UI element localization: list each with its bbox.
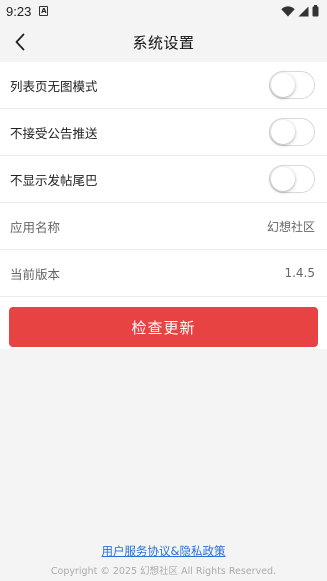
info-label: 应用名称 <box>10 219 61 235</box>
version-value: 1.4.5 <box>284 266 315 280</box>
battery-icon <box>312 5 319 17</box>
setting-label: 列表页无图模式 <box>10 78 98 94</box>
info-row-version: 当前版本 1.4.5 <box>0 250 327 297</box>
signal-icon <box>298 6 309 16</box>
check-update-button[interactable]: 检查更新 <box>9 307 318 347</box>
back-button[interactable] <box>6 28 34 56</box>
status-bar: 9:23 A <box>0 0 327 22</box>
setting-row-no-image-mode: 列表页无图模式 <box>0 62 327 109</box>
status-time: 9:23 <box>6 3 32 19</box>
hide-post-tail-toggle[interactable] <box>269 165 315 193</box>
wifi-icon <box>281 5 295 16</box>
check-update-wrap: 检查更新 <box>0 297 327 349</box>
setting-label: 不显示发帖尾巴 <box>10 172 98 188</box>
status-icons <box>281 5 319 17</box>
page-title: 系统设置 <box>132 33 195 52</box>
status-left: 9:23 A <box>6 3 49 19</box>
app-name-value: 幻想社区 <box>266 219 315 234</box>
no-announcement-push-toggle[interactable] <box>269 118 315 146</box>
copyright-text: Copyright © 2025 幻想社区 All Rights Reserve… <box>50 566 277 577</box>
chevron-left-icon <box>15 33 25 51</box>
setting-row-hide-post-tail: 不显示发帖尾巴 <box>0 156 327 203</box>
settings-list: 列表页无图模式 不接受公告推送 不显示发帖尾巴 应用名称 幻想社区 当前版本 1… <box>0 62 327 349</box>
notification-icon: A <box>39 6 49 16</box>
no-image-mode-toggle[interactable] <box>269 71 315 99</box>
app-bar: 系统设置 <box>0 22 327 62</box>
info-row-app-name: 应用名称 幻想社区 <box>0 203 327 250</box>
setting-row-no-announcement-push: 不接受公告推送 <box>0 109 327 156</box>
setting-label: 不接受公告推送 <box>10 125 98 141</box>
policy-link[interactable]: 用户服务协议&隐私政策 <box>102 544 226 558</box>
toggle-knob <box>271 167 295 191</box>
info-label: 当前版本 <box>10 266 61 282</box>
toggle-knob <box>271 120 295 144</box>
toggle-knob <box>271 73 295 97</box>
footer: 用户服务协议&隐私政策 Copyright © 2025 幻想社区 All Ri… <box>0 540 327 577</box>
